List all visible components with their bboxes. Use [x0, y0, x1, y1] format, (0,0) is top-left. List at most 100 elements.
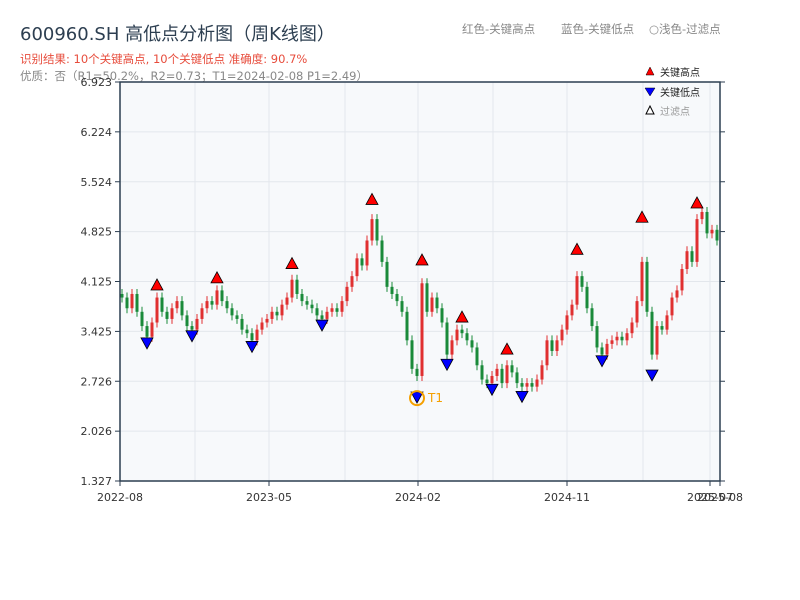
candle-body [305, 301, 309, 305]
candle-body [675, 290, 679, 298]
candle-body [615, 336, 619, 341]
candle-body [480, 365, 484, 380]
y-tick-label: 6.224 [81, 126, 113, 139]
candle-body [210, 301, 214, 305]
legend-filtered-label: 过滤点 [660, 105, 690, 118]
candle-body [325, 311, 329, 319]
candle-body [530, 383, 534, 387]
candle-body [575, 276, 579, 305]
candle-body [610, 340, 614, 344]
candle-body [385, 261, 389, 287]
candle-body [455, 329, 459, 341]
candle-body [185, 315, 189, 327]
candle-body [605, 343, 609, 355]
y-tick-label: 2.726 [81, 375, 113, 388]
candle-body [340, 301, 344, 312]
legend-low-label: 关键低点 [660, 86, 700, 99]
candle-body [215, 290, 219, 305]
candle-body [205, 301, 209, 309]
candle-body [505, 365, 509, 384]
candle-body [525, 383, 529, 387]
candle-body [440, 308, 444, 323]
candle-body [590, 308, 594, 327]
candle-body [545, 340, 549, 366]
candle-body [150, 322, 154, 337]
candle-body [600, 347, 604, 355]
candle-body [500, 368, 504, 384]
candle-body [390, 286, 394, 294]
candle-body [475, 347, 479, 366]
candle-body [370, 219, 374, 241]
candle-body [705, 211, 709, 234]
candle-body [140, 311, 144, 327]
y-tick-label: 1.327 [81, 475, 113, 488]
candle-body [365, 240, 369, 266]
y-tick-label: 3.425 [81, 325, 113, 338]
candle-body [395, 293, 399, 302]
candle-body [380, 240, 384, 262]
x-tick-label: 2022-08 [97, 491, 143, 504]
candle-body [580, 276, 584, 287]
candle-body [635, 301, 639, 323]
candle-body [155, 297, 159, 323]
candle-body [180, 301, 184, 316]
candle-body [225, 301, 229, 309]
candle-body [230, 308, 234, 316]
candle-body [700, 211, 704, 220]
candle-body [655, 326, 659, 355]
candle-body [295, 279, 299, 294]
y-tick-label: 4.125 [81, 276, 113, 289]
candle-body [665, 315, 669, 330]
candle-body [685, 251, 689, 270]
candle-body [535, 379, 539, 387]
candle-body [550, 340, 554, 352]
candle-body [435, 297, 439, 309]
y-tick-label: 6.923 [81, 76, 113, 89]
candle-body [510, 365, 514, 373]
candle-body [345, 286, 349, 302]
candle-body [595, 326, 599, 348]
candlestick-chart: 1.327 2.026 2.726 3.425 4.125 4.825 5.524 6.224… [81, 66, 743, 504]
candle-body [460, 329, 464, 334]
y-tick-label: 5.524 [81, 176, 113, 189]
t1-label: T1 [427, 391, 443, 405]
candle-body [565, 315, 569, 330]
candle-body [190, 326, 194, 330]
candle-body [350, 276, 354, 287]
candle-body [125, 297, 129, 309]
candle-body [715, 229, 719, 241]
candle-body [280, 304, 284, 316]
candle-body [405, 311, 409, 341]
candle-body [240, 318, 244, 330]
candle-body [255, 329, 259, 341]
candle-body [660, 326, 664, 330]
candle-body [375, 219, 379, 241]
candle-body [560, 329, 564, 341]
candle-body [625, 333, 629, 341]
candle-body [265, 318, 269, 323]
candle-body [165, 311, 169, 319]
candle-body [360, 258, 364, 266]
candle-body [300, 293, 304, 302]
x-tick-label: 2025-08 [697, 491, 743, 504]
candle-body [420, 283, 424, 376]
y-tick-label: 4.825 [81, 226, 113, 239]
candle-body [495, 368, 499, 376]
candle-body [275, 311, 279, 316]
candle-body [680, 269, 684, 291]
x-tick-label: 2024-11 [544, 491, 590, 504]
x-tick-label: 2023-05 [246, 491, 292, 504]
candle-body [520, 383, 524, 387]
candle-body [330, 308, 334, 312]
candle-body [320, 315, 324, 319]
candle-body [175, 301, 179, 309]
candle-body [315, 308, 319, 316]
candle-body [145, 326, 149, 337]
candle-body [585, 286, 589, 309]
candle-body [310, 304, 314, 309]
candle-body [235, 315, 239, 319]
candle-body [425, 283, 429, 312]
candle-body [130, 293, 134, 309]
candle-body [465, 333, 469, 341]
candle-body [195, 318, 199, 330]
